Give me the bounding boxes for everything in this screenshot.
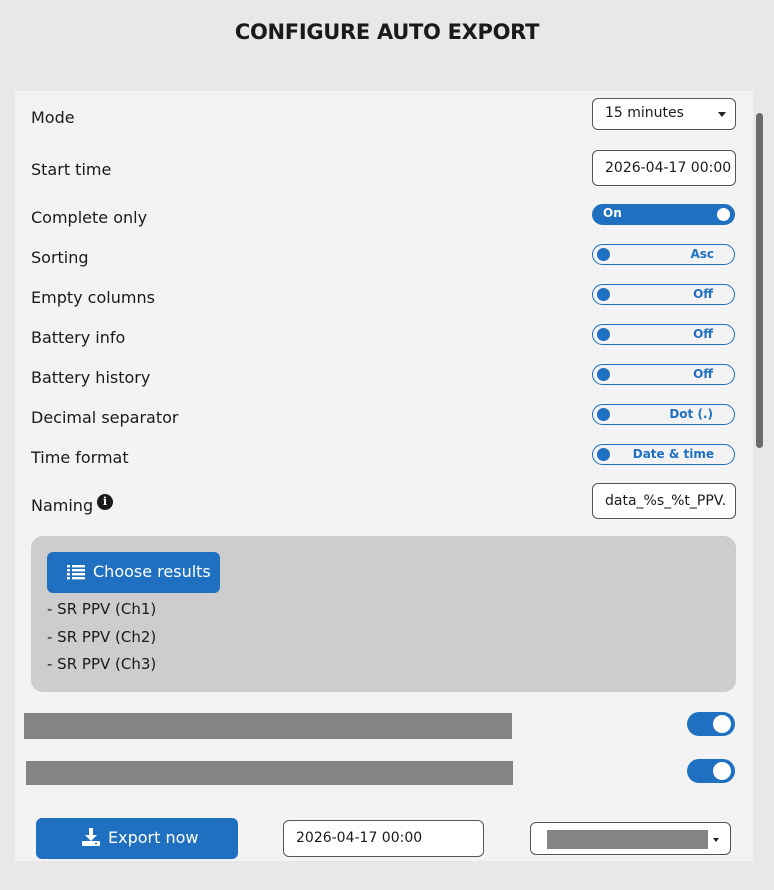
battery-history-label: Battery history	[31, 368, 151, 387]
toggle-knob	[597, 448, 610, 461]
start-time-input[interactable]: 2026-04-17 00:00	[592, 150, 736, 186]
toggle-knob	[713, 762, 731, 780]
mode-label: Mode	[31, 108, 75, 127]
option-toggle[interactable]	[687, 759, 735, 783]
export-date-input[interactable]: 2026-04-17 00:00	[283, 820, 484, 857]
list-icon	[67, 565, 85, 580]
complete-only-toggle-text: On	[603, 206, 622, 220]
result-item: - SR PPV (Ch2)	[47, 628, 157, 646]
empty-columns-toggle-text: Off	[693, 287, 713, 301]
time-format-toggle[interactable]: Date & time	[592, 444, 735, 465]
caret-down-icon	[718, 112, 726, 117]
toggle-knob	[713, 715, 731, 733]
time-format-toggle-text: Date & time	[632, 447, 714, 461]
battery-info-toggle[interactable]: Off	[592, 324, 735, 345]
redacted-option-label	[26, 761, 513, 785]
page-title: CONFIGURE AUTO EXPORT	[234, 20, 540, 44]
complete-only-toggle[interactable]: On	[592, 204, 735, 225]
toggle-knob	[597, 408, 610, 421]
decimal-separator-toggle[interactable]: Dot (.)	[592, 404, 735, 425]
info-icon[interactable]: i	[97, 494, 113, 510]
redacted-option-label	[24, 713, 512, 739]
decimal-separator-toggle-text: Dot (.)	[669, 407, 713, 421]
export-format-select[interactable]	[530, 822, 731, 855]
empty-columns-toggle[interactable]: Off	[592, 284, 735, 305]
result-item: - SR PPV (Ch3)	[47, 655, 157, 673]
toggle-knob	[597, 368, 610, 381]
sorting-toggle-text: Asc	[690, 247, 714, 261]
battery-info-toggle-text: Off	[693, 327, 713, 341]
toggle-knob	[717, 208, 730, 221]
option-toggle[interactable]	[687, 712, 735, 736]
mode-select-value: 15 minutes	[605, 105, 684, 121]
export-now-label: Export now	[108, 828, 199, 847]
toggle-knob	[597, 288, 610, 301]
mode-select[interactable]: 15 minutes	[592, 98, 736, 130]
naming-input[interactable]: data_%s_%t_PPV.	[592, 483, 736, 519]
sorting-toggle[interactable]: Asc	[592, 244, 735, 265]
redacted-select-value	[547, 830, 708, 849]
scrollbar[interactable]	[756, 113, 763, 448]
decimal-separator-label: Decimal separator	[31, 408, 179, 427]
naming-label: Naming	[31, 496, 94, 515]
time-format-label: Time format	[31, 448, 129, 467]
choose-results-button[interactable]: Choose results	[47, 552, 220, 593]
battery-info-label: Battery info	[31, 328, 126, 347]
complete-only-label: Complete only	[31, 208, 148, 227]
toggle-knob	[597, 248, 610, 261]
choose-results-label: Choose results	[93, 562, 211, 581]
empty-columns-label: Empty columns	[31, 288, 155, 307]
toggle-knob	[597, 328, 610, 341]
start-time-label: Start time	[31, 160, 112, 179]
sorting-label: Sorting	[31, 248, 89, 267]
result-item: - SR PPV (Ch1)	[47, 600, 157, 618]
caret-down-icon	[713, 838, 719, 842]
battery-history-toggle[interactable]: Off	[592, 364, 735, 385]
export-now-button[interactable]: Export now	[36, 818, 238, 859]
download-icon	[82, 828, 100, 846]
battery-history-toggle-text: Off	[693, 367, 713, 381]
